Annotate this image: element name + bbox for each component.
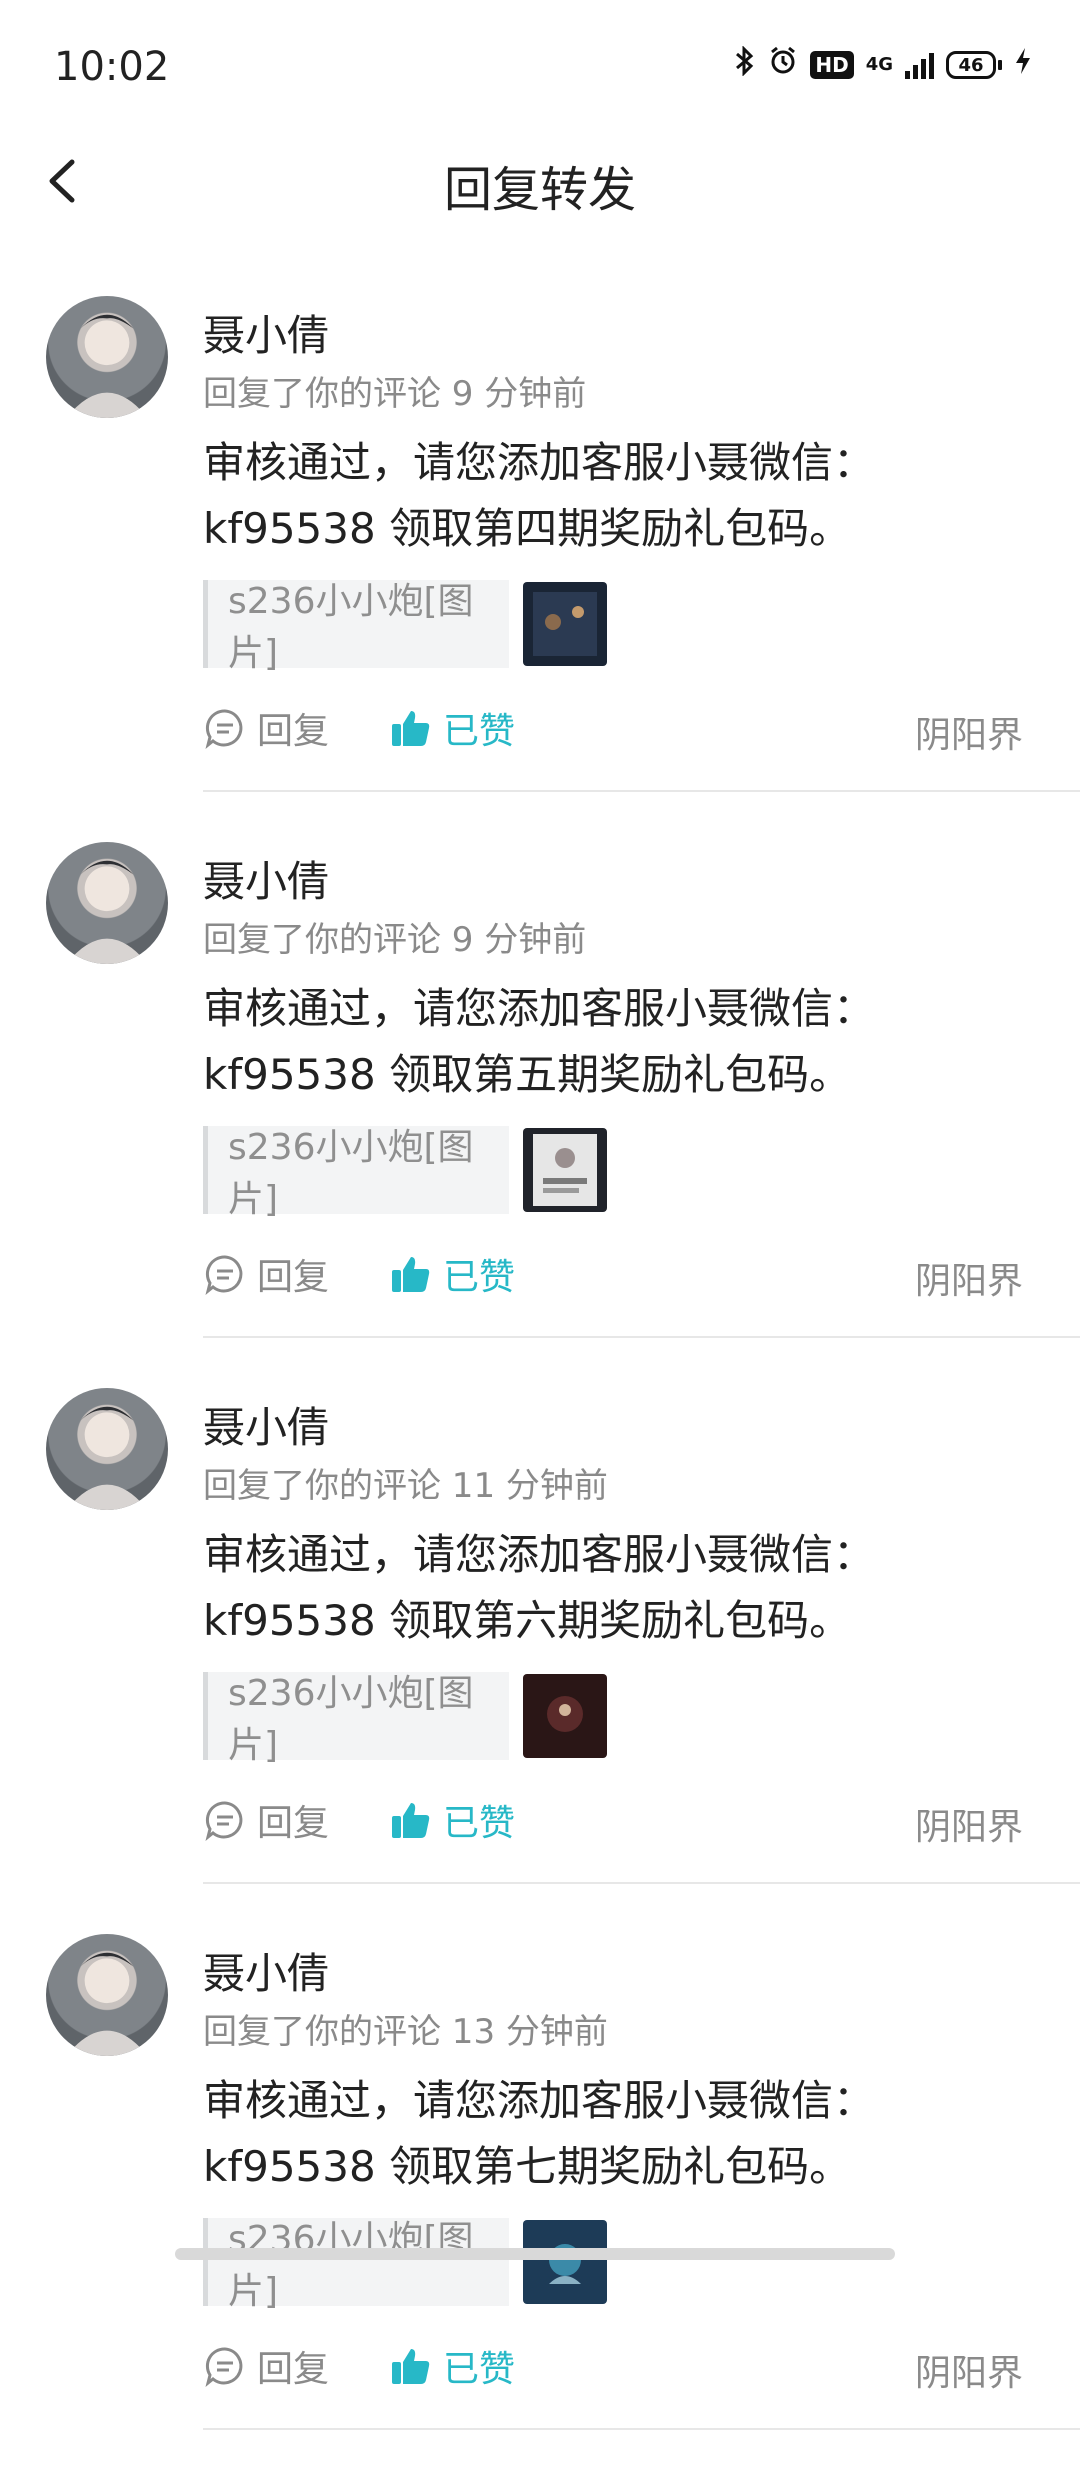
quote-text: s236小小炮[图片] bbox=[203, 580, 509, 674]
reply-button[interactable]: 回复 bbox=[203, 1248, 329, 1300]
divider bbox=[203, 790, 1080, 792]
reply-meta: 回复了你的评论 13 分钟前 bbox=[203, 2012, 608, 2052]
like-label: 已赞 bbox=[443, 1257, 516, 1298]
charging-icon bbox=[1014, 46, 1032, 84]
like-button[interactable]: 已赞 bbox=[389, 2340, 515, 2392]
top-nav: 回复转发 bbox=[0, 130, 1080, 230]
action-bar: 回复 已赞 阴阳界 bbox=[203, 702, 1023, 758]
status-time: 10:02 bbox=[54, 44, 170, 90]
divider bbox=[203, 2428, 1080, 2430]
like-label: 已赞 bbox=[443, 1803, 516, 1844]
comment-icon bbox=[205, 709, 243, 749]
reply-meta: 回复了你的评论 9 分钟前 bbox=[203, 920, 587, 960]
divider bbox=[203, 1336, 1080, 1338]
list-item: 聂小倩 回复了你的评论 13 分钟前 审核通过，请您添加客服小聂微信：kf955… bbox=[0, 1928, 1080, 2474]
action-bar: 回复 已赞 阴阳界 bbox=[203, 1794, 1023, 1850]
reply-button[interactable]: 回复 bbox=[203, 1794, 329, 1846]
comment-icon bbox=[205, 2347, 243, 2387]
network-type: 4G bbox=[865, 54, 893, 75]
reply-meta: 回复了你的评论 11 分钟前 bbox=[203, 1466, 608, 1506]
image-thumbnail[interactable] bbox=[523, 2220, 607, 2304]
reply-list: 聂小倩 回复了你的评论 9 分钟前 审核通过，请您添加客服小聂微信：kf9553… bbox=[0, 290, 1080, 2474]
source-tag[interactable]: 阴阳界 bbox=[915, 706, 1023, 758]
reply-content[interactable]: 审核通过，请您添加客服小聂微信：kf95538 领取第四期奖励礼包码。 bbox=[203, 430, 1033, 562]
list-item: 聂小倩 回复了你的评论 11 分钟前 审核通过，请您添加客服小聂微信：kf955… bbox=[0, 1382, 1080, 1928]
quoted-comment[interactable]: s236小小炮[图片] bbox=[203, 1672, 607, 1766]
quote-text: s236小小炮[图片] bbox=[203, 1126, 509, 1220]
like-button[interactable]: 已赞 bbox=[389, 702, 515, 754]
reply-meta: 回复了你的评论 9 分钟前 bbox=[203, 374, 587, 414]
status-icons: HD 4G 46 bbox=[734, 45, 1032, 84]
avatar[interactable] bbox=[46, 842, 168, 964]
home-indicator[interactable] bbox=[175, 2248, 895, 2260]
quote-text: s236小小炮[图片] bbox=[203, 1672, 509, 1766]
divider bbox=[203, 1882, 1080, 1884]
reply-content[interactable]: 审核通过，请您添加客服小聂微信：kf95538 领取第七期奖励礼包码。 bbox=[203, 2068, 1033, 2200]
like-label: 已赞 bbox=[443, 2349, 516, 2390]
avatar[interactable] bbox=[46, 1388, 168, 1510]
battery-level: 46 bbox=[946, 51, 996, 79]
reply-label: 回复 bbox=[257, 1803, 330, 1844]
reply-content[interactable]: 审核通过，请您添加客服小聂微信：kf95538 领取第五期奖励礼包码。 bbox=[203, 976, 1033, 1108]
source-tag[interactable]: 阴阳界 bbox=[915, 2344, 1023, 2396]
thumbs-up-icon bbox=[392, 711, 430, 746]
reply-button[interactable]: 回复 bbox=[203, 2340, 329, 2392]
reply-content[interactable]: 审核通过，请您添加客服小聂微信：kf95538 领取第六期奖励礼包码。 bbox=[203, 1522, 1033, 1654]
thumbs-up-icon bbox=[392, 2349, 430, 2384]
user-name[interactable]: 聂小倩 bbox=[203, 848, 329, 909]
thumbs-up-icon bbox=[392, 1257, 430, 1292]
alarm-icon bbox=[768, 46, 798, 84]
reply-label: 回复 bbox=[257, 711, 330, 752]
list-item: 聂小倩 回复了你的评论 9 分钟前 审核通过，请您添加客服小聂微信：kf9553… bbox=[0, 290, 1080, 836]
reply-label: 回复 bbox=[257, 1257, 330, 1298]
like-button[interactable]: 已赞 bbox=[389, 1248, 515, 1300]
avatar[interactable] bbox=[46, 1934, 168, 2056]
reply-button[interactable]: 回复 bbox=[203, 702, 329, 754]
quote-text: s236小小炮[图片] bbox=[203, 2218, 509, 2312]
action-bar: 回复 已赞 阴阳界 bbox=[203, 2340, 1023, 2396]
comment-icon bbox=[205, 1255, 243, 1295]
source-tag[interactable]: 阴阳界 bbox=[915, 1798, 1023, 1850]
list-item: 聂小倩 回复了你的评论 9 分钟前 审核通过，请您添加客服小聂微信：kf9553… bbox=[0, 836, 1080, 1382]
battery-icon: 46 bbox=[946, 51, 1002, 79]
user-name[interactable]: 聂小倩 bbox=[203, 1394, 329, 1455]
status-bar: 10:02 HD 4G 46 bbox=[0, 0, 1080, 130]
image-thumbnail[interactable] bbox=[523, 1674, 607, 1758]
image-thumbnail[interactable] bbox=[523, 582, 607, 666]
user-name[interactable]: 聂小倩 bbox=[203, 1940, 329, 2001]
user-name[interactable]: 聂小倩 bbox=[203, 302, 329, 363]
source-tag[interactable]: 阴阳界 bbox=[915, 1252, 1023, 1304]
page-title: 回复转发 bbox=[443, 162, 636, 218]
quoted-comment[interactable]: s236小小炮[图片] bbox=[203, 1126, 607, 1220]
like-button[interactable]: 已赞 bbox=[389, 1794, 515, 1846]
thumbs-up-icon bbox=[392, 1803, 430, 1838]
bluetooth-icon bbox=[734, 45, 756, 84]
comment-icon bbox=[205, 1801, 243, 1841]
hd-icon: HD bbox=[810, 51, 854, 79]
quoted-comment[interactable]: s236小小炮[图片] bbox=[203, 580, 607, 674]
image-thumbnail[interactable] bbox=[523, 1128, 607, 1212]
quoted-comment[interactable]: s236小小炮[图片] bbox=[203, 2218, 607, 2312]
action-bar: 回复 已赞 阴阳界 bbox=[203, 1248, 1023, 1304]
like-label: 已赞 bbox=[443, 711, 516, 752]
reply-label: 回复 bbox=[257, 2349, 330, 2390]
avatar[interactable] bbox=[46, 296, 168, 418]
signal-icon bbox=[905, 51, 934, 79]
